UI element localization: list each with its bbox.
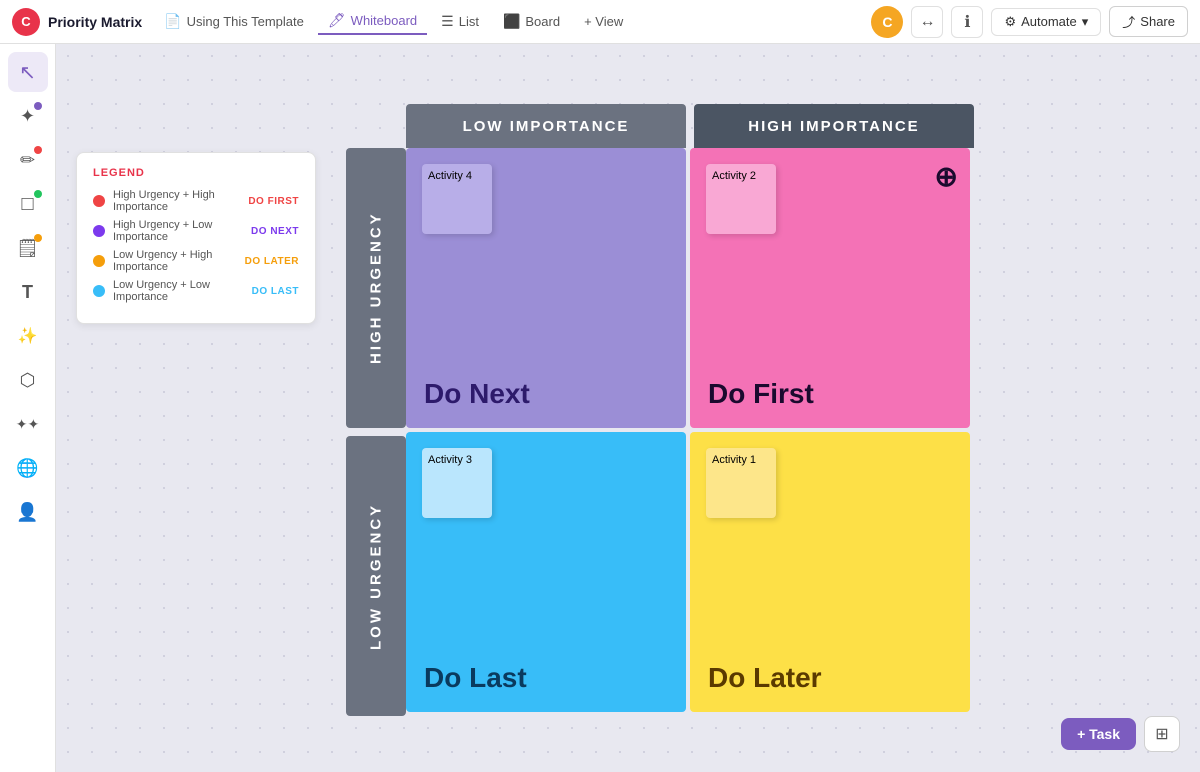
cell-do-last[interactable]: Activity 3 Do Last — [406, 432, 686, 712]
cell-do-first-label: Do First — [708, 378, 814, 410]
tab-list[interactable]: ☰ List — [431, 9, 489, 34]
sparkle-icon: ✦ — [20, 106, 35, 127]
main-layout: ↖ ✦ ✏ □ 🗒 T ✨ ⬡ ✦✦ 🌐 — [0, 44, 1200, 772]
share-icon: ⤴ — [1122, 12, 1135, 31]
share-button[interactable]: ⤴ Share — [1109, 6, 1188, 37]
tab-whiteboard[interactable]: 🖊 Whiteboard — [318, 8, 427, 35]
automate-icon: ⚙ — [1004, 14, 1016, 30]
whiteboard-icon: 🖊 — [328, 12, 346, 29]
tool-pen[interactable]: ✏ — [8, 140, 48, 180]
legend-dot-purple — [93, 225, 105, 237]
legend-dot-blue — [93, 285, 105, 297]
tool-person[interactable]: 👤 — [8, 492, 48, 532]
tool-magic[interactable]: ✨ — [8, 316, 48, 356]
pen-icon: ✏ — [20, 150, 35, 171]
legend-item-do-last: Low Urgency + Low Importance DO LAST — [93, 279, 299, 303]
cell-do-first[interactable]: ⊕ Activity 2 Do First — [690, 148, 970, 428]
cell-do-next[interactable]: Activity 4 Do Next — [406, 148, 686, 428]
tab-board[interactable]: ⬛ Board — [493, 9, 570, 34]
row-label-high-urgency: HIGH URGENCY — [346, 148, 406, 428]
tab-using-template[interactable]: 📄 Using This Template — [154, 9, 314, 34]
project-title: Priority Matrix — [48, 14, 142, 30]
ai-icon: ✦✦ — [16, 416, 39, 433]
text-icon: T — [22, 282, 33, 303]
tool-ai[interactable]: ✦✦ — [8, 404, 48, 444]
automate-button[interactable]: ⚙ Automate ▾ — [991, 8, 1101, 36]
add-task-button[interactable]: + Task — [1061, 718, 1136, 750]
cursor-icon: ↖ — [19, 60, 36, 85]
shape-icon: □ — [21, 193, 33, 216]
legend-box: LEGEND High Urgency + High Importance DO… — [76, 152, 316, 324]
nav-right-section: C ↔ ℹ ⚙ Automate ▾ ⤴ Share — [871, 6, 1188, 38]
tool-connect[interactable]: ⬡ — [8, 360, 48, 400]
magic-icon: ✨ — [18, 326, 38, 346]
chevron-down-icon: ▾ — [1082, 14, 1089, 30]
legend-item-do-next: High Urgency + Low Importance DO NEXT — [93, 219, 299, 243]
template-icon: 📄 — [164, 13, 181, 30]
tool-select[interactable]: ↖ — [8, 52, 48, 92]
sticky-activity3[interactable]: Activity 3 — [422, 448, 492, 518]
bottom-right-toolbar: + Task ⊞ — [1061, 716, 1180, 752]
tool-text[interactable]: T — [8, 272, 48, 312]
matrix-row-labels: HIGH URGENCY LOW URGENCY — [346, 148, 406, 716]
cell-do-last-label: Do Last — [424, 662, 527, 694]
expand-icon[interactable]: ↔ — [911, 6, 943, 38]
connect-icon: ⬡ — [20, 370, 36, 391]
tab-add-view[interactable]: + View — [574, 10, 633, 33]
grid-icon: ⊞ — [1155, 724, 1168, 744]
avatar: C — [871, 6, 903, 38]
cell-do-later-label: Do Later — [708, 662, 822, 694]
matrix-column-headers: LOW IMPORTANCE HIGH IMPORTANCE — [406, 104, 974, 148]
left-sidebar: ↖ ✦ ✏ □ 🗒 T ✨ ⬡ ✦✦ 🌐 — [0, 44, 56, 772]
matrix-grid: Activity 4 Do Next ⊕ Activity 2 Do First — [406, 148, 970, 716]
sticky-activity1[interactable]: Activity 1 — [706, 448, 776, 518]
row-label-low-urgency: LOW URGENCY — [346, 436, 406, 716]
person-icon: 👤 — [16, 502, 38, 523]
grid-view-button[interactable]: ⊞ — [1144, 716, 1180, 752]
app-logo: C — [12, 8, 40, 36]
globe-icon: 🌐 — [16, 458, 38, 479]
cell-do-later[interactable]: Activity 1 Do Later — [690, 432, 970, 712]
importance-icon: ⊕ — [935, 160, 958, 193]
info-icon[interactable]: ℹ — [951, 6, 983, 38]
canvas-area[interactable]: LEGEND High Urgency + High Importance DO… — [56, 44, 1200, 772]
tool-globe[interactable]: 🌐 — [8, 448, 48, 488]
sticky-activity4[interactable]: Activity 4 — [422, 164, 492, 234]
col-header-high-importance: HIGH IMPORTANCE — [694, 104, 974, 148]
priority-matrix: LOW IMPORTANCE HIGH IMPORTANCE HIGH URGE… — [346, 104, 974, 716]
matrix-body: HIGH URGENCY LOW URGENCY Activity 4 Do N… — [346, 148, 974, 716]
col-header-low-importance: LOW IMPORTANCE — [406, 104, 686, 148]
legend-item-do-first: High Urgency + High Importance DO FIRST — [93, 189, 299, 213]
sticky-activity2[interactable]: Activity 2 — [706, 164, 776, 234]
cell-do-next-label: Do Next — [424, 378, 530, 410]
tool-sticky[interactable]: 🗒 — [8, 228, 48, 268]
tool-hand[interactable]: ✦ — [8, 96, 48, 136]
tool-shape[interactable]: □ — [8, 184, 48, 224]
legend-dot-red — [93, 195, 105, 207]
legend-title: LEGEND — [93, 167, 299, 179]
board-icon: ⬛ — [503, 13, 520, 30]
legend-item-do-later: Low Urgency + High Importance DO LATER — [93, 249, 299, 273]
list-icon: ☰ — [441, 13, 454, 30]
top-navigation: C Priority Matrix 📄 Using This Template … — [0, 0, 1200, 44]
legend-dot-yellow — [93, 255, 105, 267]
